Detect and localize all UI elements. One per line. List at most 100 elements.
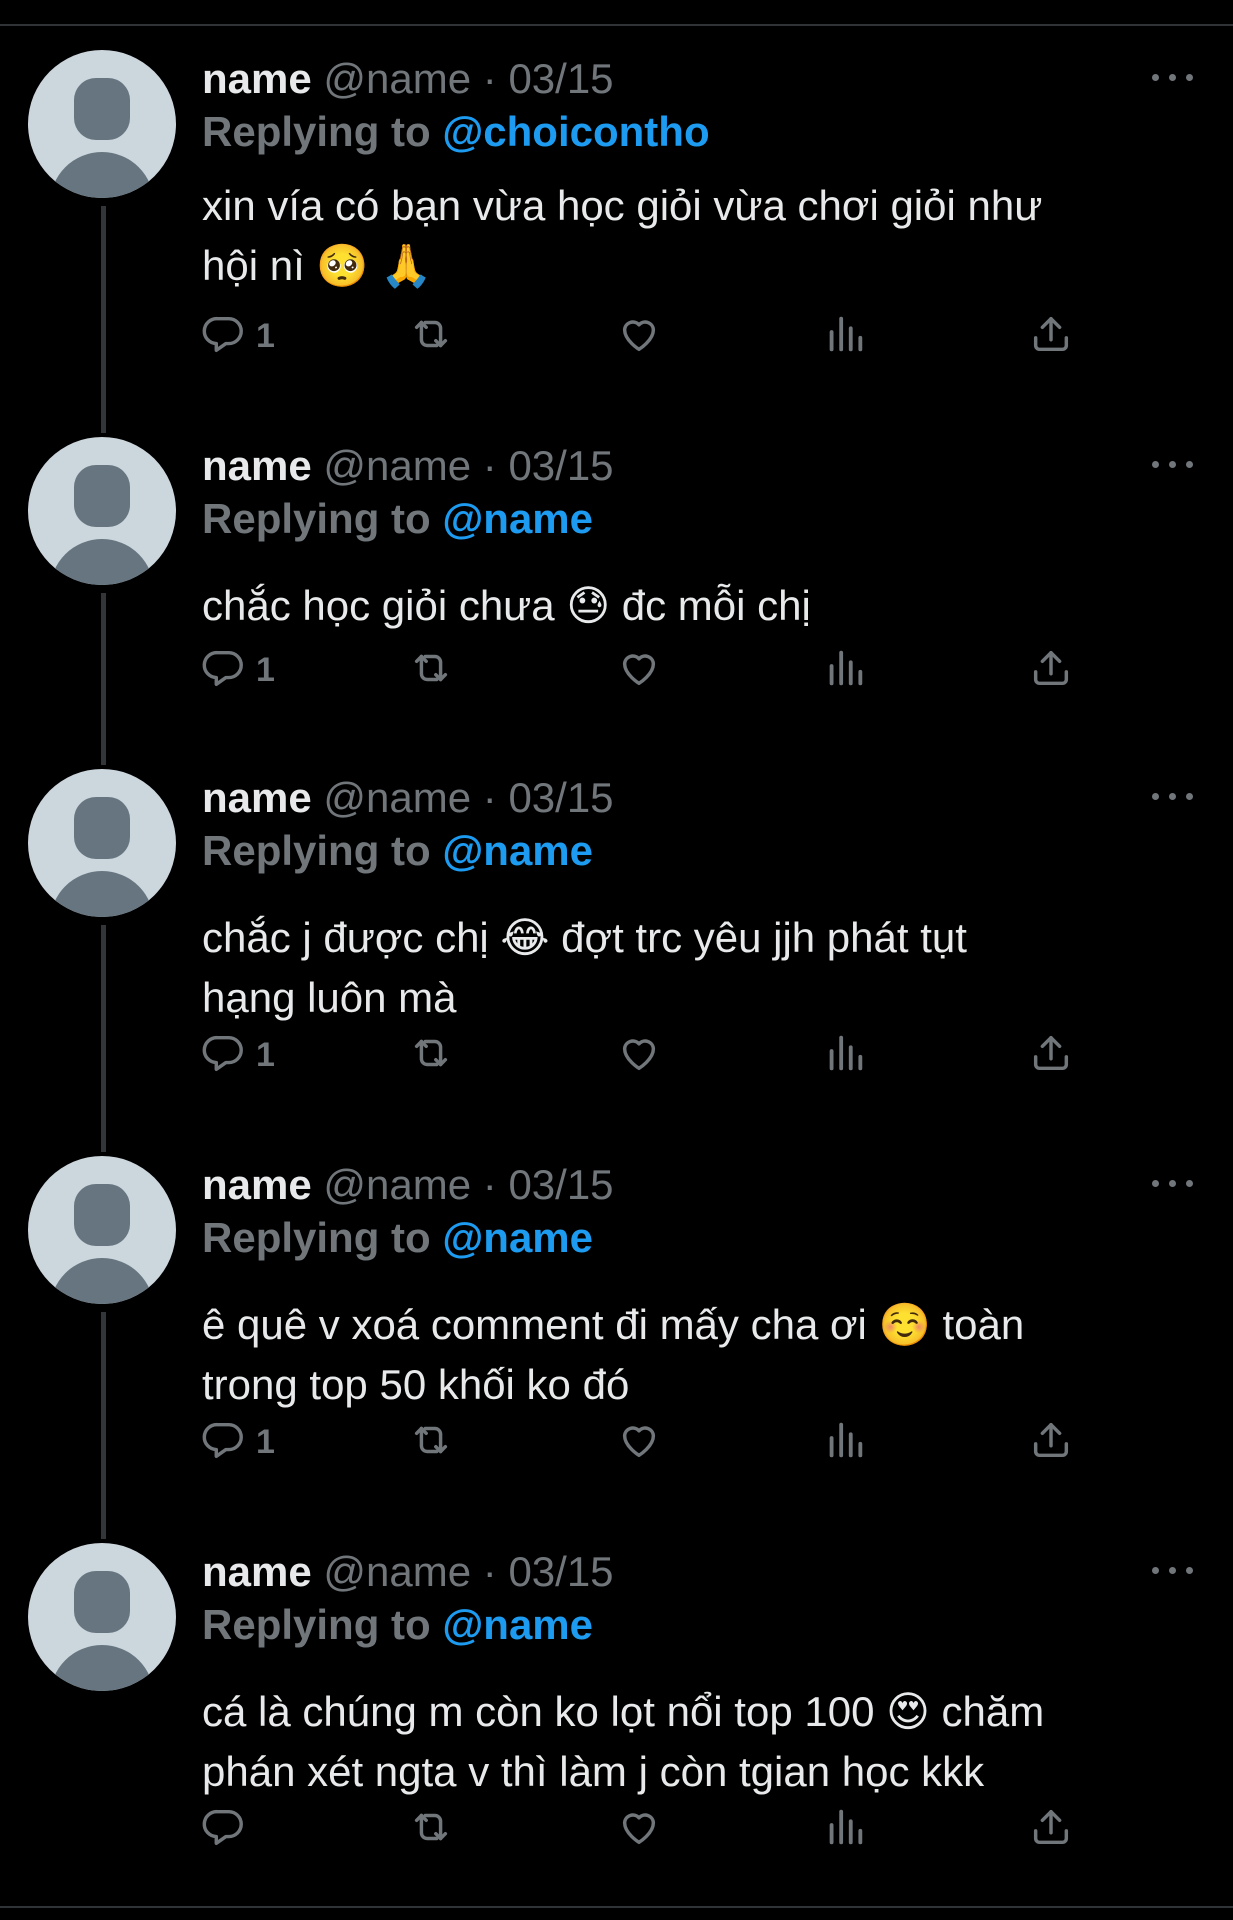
like-button[interactable] xyxy=(616,306,662,366)
tweet-date[interactable]: 03/15 xyxy=(508,55,613,102)
reply-icon xyxy=(200,311,246,362)
action-bar: 1 xyxy=(0,306,1233,366)
reply-button[interactable]: 1 xyxy=(200,640,275,700)
views-button[interactable] xyxy=(822,1799,868,1859)
replying-to-mention[interactable]: @choicontho xyxy=(442,108,709,155)
tweet-date[interactable]: 03/15 xyxy=(508,1161,613,1208)
tweet-text-line: cá là chúng m còn ko lọt nổi top 100 😍 c… xyxy=(202,1688,1045,1735)
separator-dot: · xyxy=(482,1548,497,1595)
user-handle[interactable]: @name xyxy=(323,774,471,821)
user-handle[interactable]: @name xyxy=(323,442,471,489)
views-icon xyxy=(822,645,868,696)
tweet-3[interactable]: name @name · 03/15 Replying to @name chắ… xyxy=(0,769,1233,1156)
tweet-5[interactable]: name @name · 03/15 Replying to @name cá … xyxy=(0,1543,1233,1900)
replying-to-mention[interactable]: @name xyxy=(442,827,593,874)
display-name[interactable]: name xyxy=(202,55,312,102)
reply-count: 1 xyxy=(256,1422,275,1461)
retweet-icon xyxy=(408,645,454,696)
tweet-date[interactable]: 03/15 xyxy=(508,442,613,489)
heart-icon xyxy=(616,1417,662,1468)
views-icon xyxy=(822,1030,868,1081)
display-name[interactable]: name xyxy=(202,442,312,489)
display-name[interactable]: name xyxy=(202,774,312,821)
reply-button[interactable]: 1 xyxy=(200,1412,275,1472)
user-handle[interactable]: @name xyxy=(323,55,471,102)
heart-icon xyxy=(616,1804,662,1855)
replying-to-label: Replying to xyxy=(202,1214,431,1261)
avatar[interactable] xyxy=(28,769,176,917)
share-icon xyxy=(1028,1030,1074,1081)
display-name[interactable]: name xyxy=(202,1161,312,1208)
share-icon xyxy=(1028,311,1074,362)
replying-to: Replying to @name xyxy=(202,825,593,877)
share-icon xyxy=(1028,1804,1074,1855)
avatar[interactable] xyxy=(28,437,176,585)
share-button[interactable] xyxy=(1028,1025,1074,1085)
replying-to-mention[interactable]: @name xyxy=(442,1601,593,1648)
more-icon[interactable] xyxy=(1152,455,1194,475)
reply-count: 1 xyxy=(256,316,275,355)
heart-icon xyxy=(616,311,662,362)
retweet-button[interactable] xyxy=(408,640,454,700)
tweet-date[interactable]: 03/15 xyxy=(508,1548,613,1595)
separator-dot: · xyxy=(482,774,497,821)
views-button[interactable] xyxy=(822,1025,868,1085)
display-name[interactable]: name xyxy=(202,1548,312,1595)
reply-button[interactable]: 1 xyxy=(200,306,275,366)
retweet-button[interactable] xyxy=(408,1025,454,1085)
views-button[interactable] xyxy=(822,306,868,366)
like-button[interactable] xyxy=(616,1025,662,1085)
replying-to-label: Replying to xyxy=(202,1601,431,1648)
replying-to: Replying to @name xyxy=(202,1599,593,1651)
replying-to-mention[interactable]: @name xyxy=(442,1214,593,1261)
user-handle[interactable]: @name xyxy=(323,1548,471,1595)
tweet-text-line: hội nì 🥺 🙏 xyxy=(202,242,433,289)
tweet-text-line: hạng luôn mà xyxy=(202,974,457,1021)
tweet-4[interactable]: name @name · 03/15 Replying to @name ê q… xyxy=(0,1156,1233,1543)
tweet-text: cá là chúng m còn ko lọt nổi top 100 😍 c… xyxy=(202,1682,1212,1802)
reply-button[interactable]: 1 xyxy=(200,1025,275,1085)
views-button[interactable] xyxy=(822,1412,868,1472)
user-handle[interactable]: @name xyxy=(323,1161,471,1208)
views-button[interactable] xyxy=(822,640,868,700)
share-icon xyxy=(1028,1417,1074,1468)
views-icon xyxy=(822,1804,868,1855)
views-icon xyxy=(822,1417,868,1468)
reply-icon xyxy=(200,645,246,696)
share-button[interactable] xyxy=(1028,1412,1074,1472)
replying-to-label: Replying to xyxy=(202,827,431,874)
reply-icon xyxy=(200,1417,246,1468)
tweet-header: name @name · 03/15 xyxy=(202,1160,614,1210)
tweet-text: xin vía có bạn vừa học giỏi vừa chơi giỏ… xyxy=(202,176,1212,296)
share-button[interactable] xyxy=(1028,1799,1074,1859)
tweet-header: name @name · 03/15 xyxy=(202,441,614,491)
like-button[interactable] xyxy=(616,1412,662,1472)
tweet-date[interactable]: 03/15 xyxy=(508,774,613,821)
avatar[interactable] xyxy=(28,1156,176,1304)
more-icon[interactable] xyxy=(1152,1561,1194,1581)
share-button[interactable] xyxy=(1028,306,1074,366)
heart-icon xyxy=(616,1030,662,1081)
share-button[interactable] xyxy=(1028,640,1074,700)
more-icon[interactable] xyxy=(1152,1174,1194,1194)
more-icon[interactable] xyxy=(1152,787,1194,807)
retweet-button[interactable] xyxy=(408,1799,454,1859)
avatar[interactable] xyxy=(28,50,176,198)
heart-icon xyxy=(616,645,662,696)
tweet-header: name @name · 03/15 xyxy=(202,773,614,823)
retweet-button[interactable] xyxy=(408,1412,454,1472)
like-button[interactable] xyxy=(616,640,662,700)
more-icon[interactable] xyxy=(1152,68,1194,88)
retweet-button[interactable] xyxy=(408,306,454,366)
replying-to-mention[interactable]: @name xyxy=(442,495,593,542)
tweet-1[interactable]: name @name · 03/15 Replying to @choicont… xyxy=(0,50,1233,437)
avatar[interactable] xyxy=(28,1543,176,1691)
reply-icon xyxy=(200,1804,246,1855)
tweet-2[interactable]: name @name · 03/15 Replying to @name chắ… xyxy=(0,437,1233,769)
reply-button[interactable] xyxy=(200,1799,256,1859)
like-button[interactable] xyxy=(616,1799,662,1859)
reply-icon xyxy=(200,1030,246,1081)
tweet-text-line: phán xét ngta v thì làm j còn tgian học … xyxy=(202,1748,985,1795)
tweet-text-line: ê quê v xoá comment đi mấy cha ơi ☺️ toà… xyxy=(202,1301,1025,1348)
action-bar: 1 xyxy=(0,1025,1233,1085)
